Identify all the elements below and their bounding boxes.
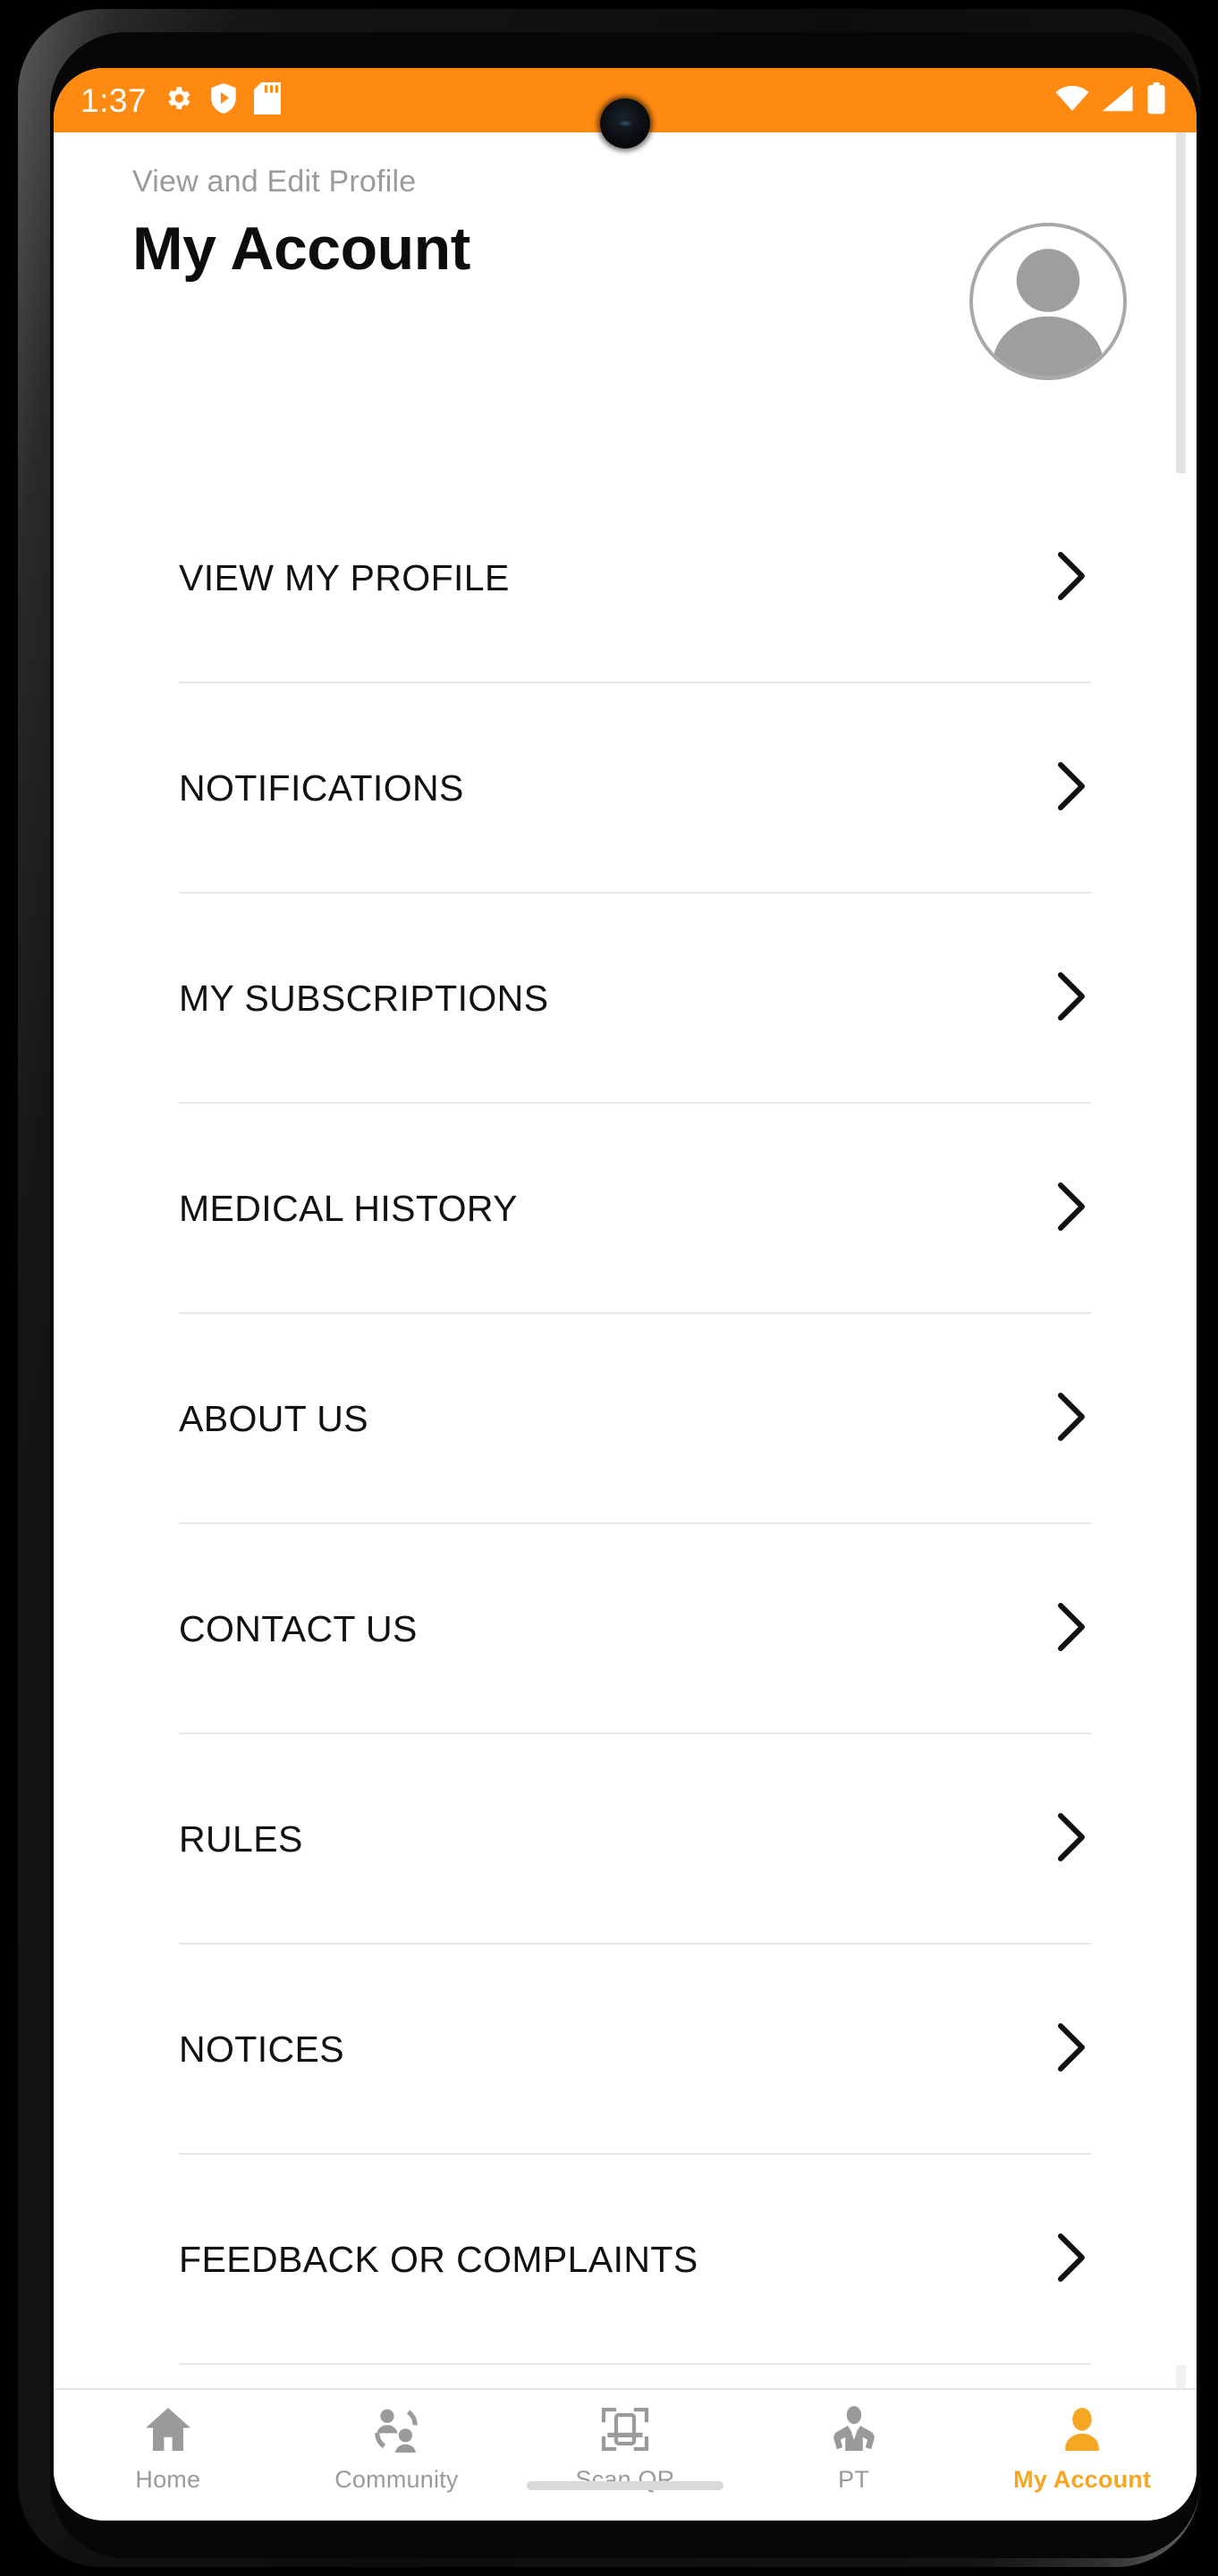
nav-item-label: My Account bbox=[1013, 2466, 1152, 2493]
nav-item-my-account[interactable]: My Account bbox=[968, 2406, 1197, 2494]
menu-item-label: FEEDBACK OR COMPLAINTS bbox=[179, 2239, 698, 2280]
page-title: My Account bbox=[132, 215, 470, 283]
nav-item-label: Home bbox=[135, 2466, 201, 2493]
menu-item-view-my-profile[interactable]: VIEW MY PROFILE bbox=[54, 473, 1197, 683]
title-row: My Account bbox=[54, 199, 1197, 380]
chevron-right-icon bbox=[1052, 2021, 1091, 2079]
chevron-right-icon bbox=[1052, 549, 1091, 607]
wifi-icon bbox=[1055, 85, 1089, 116]
menu-item-about-us[interactable]: ABOUT US bbox=[54, 1314, 1197, 1524]
menu-divider bbox=[179, 2363, 1091, 2365]
menu-item-label: ABOUT US bbox=[179, 1398, 369, 1439]
menu-item-label: NOTICES bbox=[179, 2029, 345, 2070]
scan-qr-icon bbox=[600, 2406, 650, 2457]
nav-item-label: Community bbox=[334, 2466, 459, 2493]
chevron-right-icon bbox=[1052, 1810, 1091, 1868]
phone-screen: 1:37 View and Edit Profile My Account VI… bbox=[54, 68, 1197, 2521]
nav-item-label: PT bbox=[838, 2466, 870, 2493]
status-bar-clock: 1:37 bbox=[80, 81, 148, 119]
front-camera-punch-hole bbox=[600, 98, 650, 148]
nav-item-home[interactable]: Home bbox=[54, 2406, 283, 2494]
battery-icon bbox=[1146, 81, 1166, 119]
menu-item-feedback-or-complaints[interactable]: FEEDBACK OR COMPLAINTS bbox=[54, 2155, 1197, 2365]
home-icon bbox=[143, 2406, 193, 2457]
page-subtitle: View and Edit Profile bbox=[132, 165, 417, 199]
menu-item-label: RULES bbox=[179, 1818, 303, 1860]
nav-item-community[interactable]: Community bbox=[283, 2406, 512, 2494]
avatar-person-icon bbox=[993, 249, 1104, 377]
phone-device-frame: 1:37 View and Edit Profile My Account VI… bbox=[16, 7, 1202, 2569]
status-bar-right bbox=[1055, 81, 1166, 119]
personal-trainer-icon bbox=[829, 2406, 879, 2457]
cellular-signal-icon bbox=[1102, 85, 1134, 116]
menu-item-label: MEDICAL HISTORY bbox=[179, 1188, 518, 1229]
sd-card-icon bbox=[254, 81, 282, 119]
menu-item-my-subscriptions[interactable]: MY SUBSCRIPTIONS bbox=[54, 894, 1197, 1104]
menu-item-notifications[interactable]: NOTIFICATIONS bbox=[54, 683, 1197, 894]
nav-item-pt[interactable]: PT bbox=[740, 2406, 968, 2494]
account-menu-list: VIEW MY PROFILE NOTIFICATIONS MY SUBSCRI… bbox=[54, 473, 1197, 2365]
menu-item-label: NOTIFICATIONS bbox=[179, 767, 464, 809]
chevron-right-icon bbox=[1052, 2231, 1091, 2289]
home-gesture-indicator[interactable] bbox=[527, 2481, 723, 2490]
chevron-right-icon bbox=[1052, 1390, 1091, 1448]
menu-item-label: MY SUBSCRIPTIONS bbox=[179, 978, 549, 1019]
menu-item-rules[interactable]: RULES bbox=[54, 1734, 1197, 1945]
chevron-right-icon bbox=[1052, 759, 1091, 818]
chevron-right-icon bbox=[1052, 970, 1091, 1028]
menu-item-medical-history[interactable]: MEDICAL HISTORY bbox=[54, 1104, 1197, 1314]
bottom-navigation-bar: Home Community Scan QR PT My Account bbox=[54, 2388, 1197, 2521]
main-content: View and Edit Profile My Account VIEW MY… bbox=[54, 132, 1197, 2388]
avatar[interactable] bbox=[969, 223, 1127, 380]
menu-item-label: CONTACT US bbox=[179, 1608, 418, 1649]
community-icon bbox=[371, 2406, 421, 2457]
menu-item-contact-us[interactable]: CONTACT US bbox=[54, 1524, 1197, 1734]
chevron-right-icon bbox=[1052, 1180, 1091, 1238]
menu-item-notices[interactable]: NOTICES bbox=[54, 1945, 1197, 2155]
gear-icon bbox=[163, 83, 193, 118]
account-person-icon bbox=[1057, 2406, 1107, 2457]
status-bar-left: 1:37 bbox=[80, 81, 282, 119]
shield-play-icon bbox=[209, 82, 238, 118]
account-header: View and Edit Profile My Account bbox=[54, 132, 1197, 380]
chevron-right-icon bbox=[1052, 1600, 1091, 1658]
menu-item-label: VIEW MY PROFILE bbox=[179, 557, 510, 598]
